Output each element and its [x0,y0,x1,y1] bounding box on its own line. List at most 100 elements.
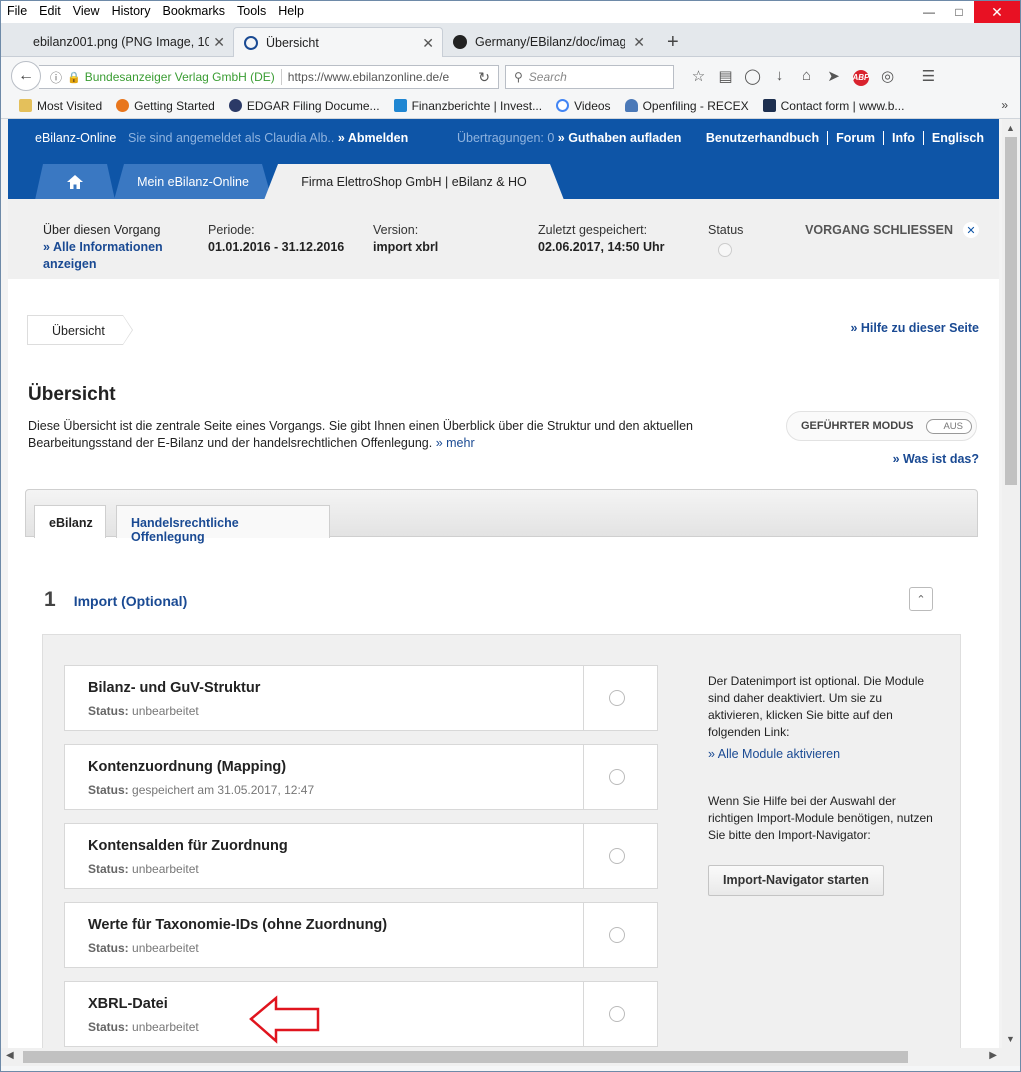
bookmark-getting-started[interactable]: Getting Started [116,99,215,113]
back-button[interactable]: ← [11,61,41,91]
home-icon[interactable]: ⌂ [793,67,820,86]
tab-ebilanz[interactable]: eBilanz [34,505,106,538]
adblock-icon[interactable]: ABP [847,67,874,86]
horizontal-scrollbar[interactable]: ◀ ▶ [1,1048,1002,1066]
scrollbar-thumb[interactable] [1005,137,1017,485]
menu-tools[interactable]: Tools [237,4,266,18]
module-status: Status: unbearbeitet [88,862,199,876]
info-icon[interactable]: ⓘ [49,69,63,86]
browser-tab-image[interactable]: ebilanz001.png (PNG Image, 101 ✕ [23,27,233,57]
module-card[interactable]: XBRL-Datei Status: unbearbeitet [64,981,658,1047]
navigation-bar: ⓘ 🔒 Bundesanzeiger Verlag GmbH (DE) http… [1,57,1020,93]
process-info-bar: Über diesen Vorgang » Alle Informationen… [8,199,999,279]
close-icon[interactable]: ✕ [422,35,434,52]
module-card[interactable]: Kontenzuordnung (Mapping) Status: gespei… [64,744,658,810]
subtab-bar: eBilanz Handelsrechtliche Offenlegung [25,489,978,544]
menu-bookmarks[interactable]: Bookmarks [162,4,225,18]
logout-link[interactable]: » Abmelden [338,131,408,145]
hamburger-menu-icon[interactable]: ☰ [915,67,942,86]
browser-tab-github[interactable]: Germany/EBilanz/doc/imag ✕ [443,27,653,57]
bookmark-contact-form[interactable]: Contact form | www.b... [762,99,904,113]
status-circle-icon [609,1006,625,1022]
google-icon [556,99,570,112]
menu-help[interactable]: Help [278,4,304,18]
import-navigator-button[interactable]: Import-Navigator starten [708,865,884,896]
window-close-button[interactable]: ✕ [974,1,1020,23]
close-icon[interactable]: ✕ [963,222,979,238]
bookmark-videos[interactable]: Videos [556,99,611,113]
activate-all-modules-link[interactable]: » Alle Module aktivieren [708,746,933,763]
scroll-left-icon[interactable]: ◀ [6,1050,14,1061]
scroll-right-icon[interactable]: ▶ [989,1050,997,1061]
url-text[interactable]: https://www.ebilanzonline.de/e [288,70,466,84]
breadcrumb[interactable]: Übersicht [27,315,133,345]
bookmark-finanzberichte[interactable]: Finanzberichte | Invest... [393,99,542,113]
minimize-button[interactable]: — [914,1,944,23]
site-brand[interactable]: eBilanz-Online [35,131,116,145]
link-info[interactable]: Info [882,131,923,145]
browser-tab-uebersicht[interactable]: Übersicht ✕ [233,27,443,57]
module-title: Werte für Taxonomie-IDs (ohne Zuordnung) [88,917,388,933]
reload-icon[interactable]: ↻ [478,69,490,86]
scroll-up-icon[interactable]: ▲ [1006,123,1015,133]
menu-view[interactable]: View [73,4,100,18]
topup-link[interactable]: » Guthaben aufladen [558,131,682,145]
menu-file[interactable]: File [7,4,27,18]
search-placeholder: Search [528,70,567,84]
site-header: eBilanz-Online Sie sind angemeldet als C… [8,119,999,200]
vertical-scrollbar[interactable]: ▲ ▼ [1002,119,1020,1048]
module-card[interactable]: Werte für Taxonomie-IDs (ohne Zuordnung)… [64,902,658,968]
link-englisch[interactable]: Englisch [922,131,992,145]
close-icon[interactable]: ✕ [213,34,225,51]
close-process-button[interactable]: VORGANG SCHLIESSEN ✕ [805,222,979,238]
star-icon[interactable]: ☆ [685,67,712,86]
search-input[interactable]: ⚲ Search [505,65,674,89]
page-title: Übersicht [28,384,116,405]
guided-mode-toggle[interactable]: AUS [926,419,972,434]
tab-mein-ebilanz[interactable]: Mein eBilanz-Online [114,164,272,200]
module-title: Kontensalden für Zuordnung [88,838,288,854]
all-info-link[interactable]: » Alle Informationen anzeigen [43,240,163,271]
person-icon [624,99,638,112]
bookmark-most-visited[interactable]: Most Visited [19,99,102,113]
bookmarks-overflow-icon[interactable]: » [1001,98,1008,112]
collapse-button[interactable]: ⌃ [909,587,933,611]
maximize-button[interactable]: □ [944,1,974,23]
import-optional-text: Der Datenimport ist optional. Die Module… [708,674,925,739]
bookmark-edgar[interactable]: EDGAR Filing Docume... [228,99,380,113]
header-links: Benutzerhandbuch Forum Info Englisch [698,131,992,145]
module-status: Status: unbearbeitet [88,1020,199,1034]
tab-handelsrechtliche-offenlegung[interactable]: Handelsrechtliche Offenlegung [116,505,330,544]
what-is-link[interactable]: » Was ist das? [893,452,979,466]
tab-label: Übersicht [266,35,319,50]
send-icon[interactable]: ➤ [820,67,847,86]
link-benutzerhandbuch[interactable]: Benutzerhandbuch [698,131,827,145]
tab-firma[interactable]: Firma ElettroShop GmbH | eBilanz & HO [264,164,564,200]
guided-mode-switch[interactable]: GEFÜHRTER MODUS AUS [786,411,977,441]
menu-edit[interactable]: Edit [39,4,61,18]
section-title[interactable]: Import (Optional) [74,593,188,609]
module-card[interactable]: Kontensalden für Zuordnung Status: unbea… [64,823,658,889]
status-circle-icon [609,690,625,706]
tab-home[interactable] [35,164,115,200]
flag-icon [762,99,776,112]
reading-list-icon[interactable]: ▤ [712,67,739,86]
more-link[interactable]: » mehr [436,436,475,450]
download-icon[interactable]: ↓ [766,67,793,86]
menu-history[interactable]: History [112,4,151,18]
url-bar[interactable]: ⓘ 🔒 Bundesanzeiger Verlag GmbH (DE) http… [39,65,499,89]
bookmarks-toolbar: Most Visited Getting Started EDGAR Filin… [1,93,1020,119]
help-link[interactable]: » Hilfe zu dieser Seite [850,321,979,335]
bookmark-openfiling[interactable]: Openfiling - RECEX [624,99,749,113]
close-icon[interactable]: ✕ [633,34,645,51]
web-page: eBilanz-Online Sie sind angemeldet als C… [8,119,999,1048]
new-tab-button[interactable]: + [657,27,687,57]
module-card[interactable]: Bilanz- und GuV-Struktur Status: unbearb… [64,665,658,731]
link-forum[interactable]: Forum [827,131,883,145]
globe-icon[interactable]: ◎ [874,67,901,86]
scroll-down-icon[interactable]: ▼ [1006,1034,1015,1044]
tab-label: Germany/EBilanz/doc/imag [475,35,625,49]
browser-window: File Edit View History Bookmarks Tools H… [0,0,1021,1072]
scrollbar-thumb[interactable] [23,1051,908,1063]
pocket-icon[interactable]: ◯ [739,67,766,86]
